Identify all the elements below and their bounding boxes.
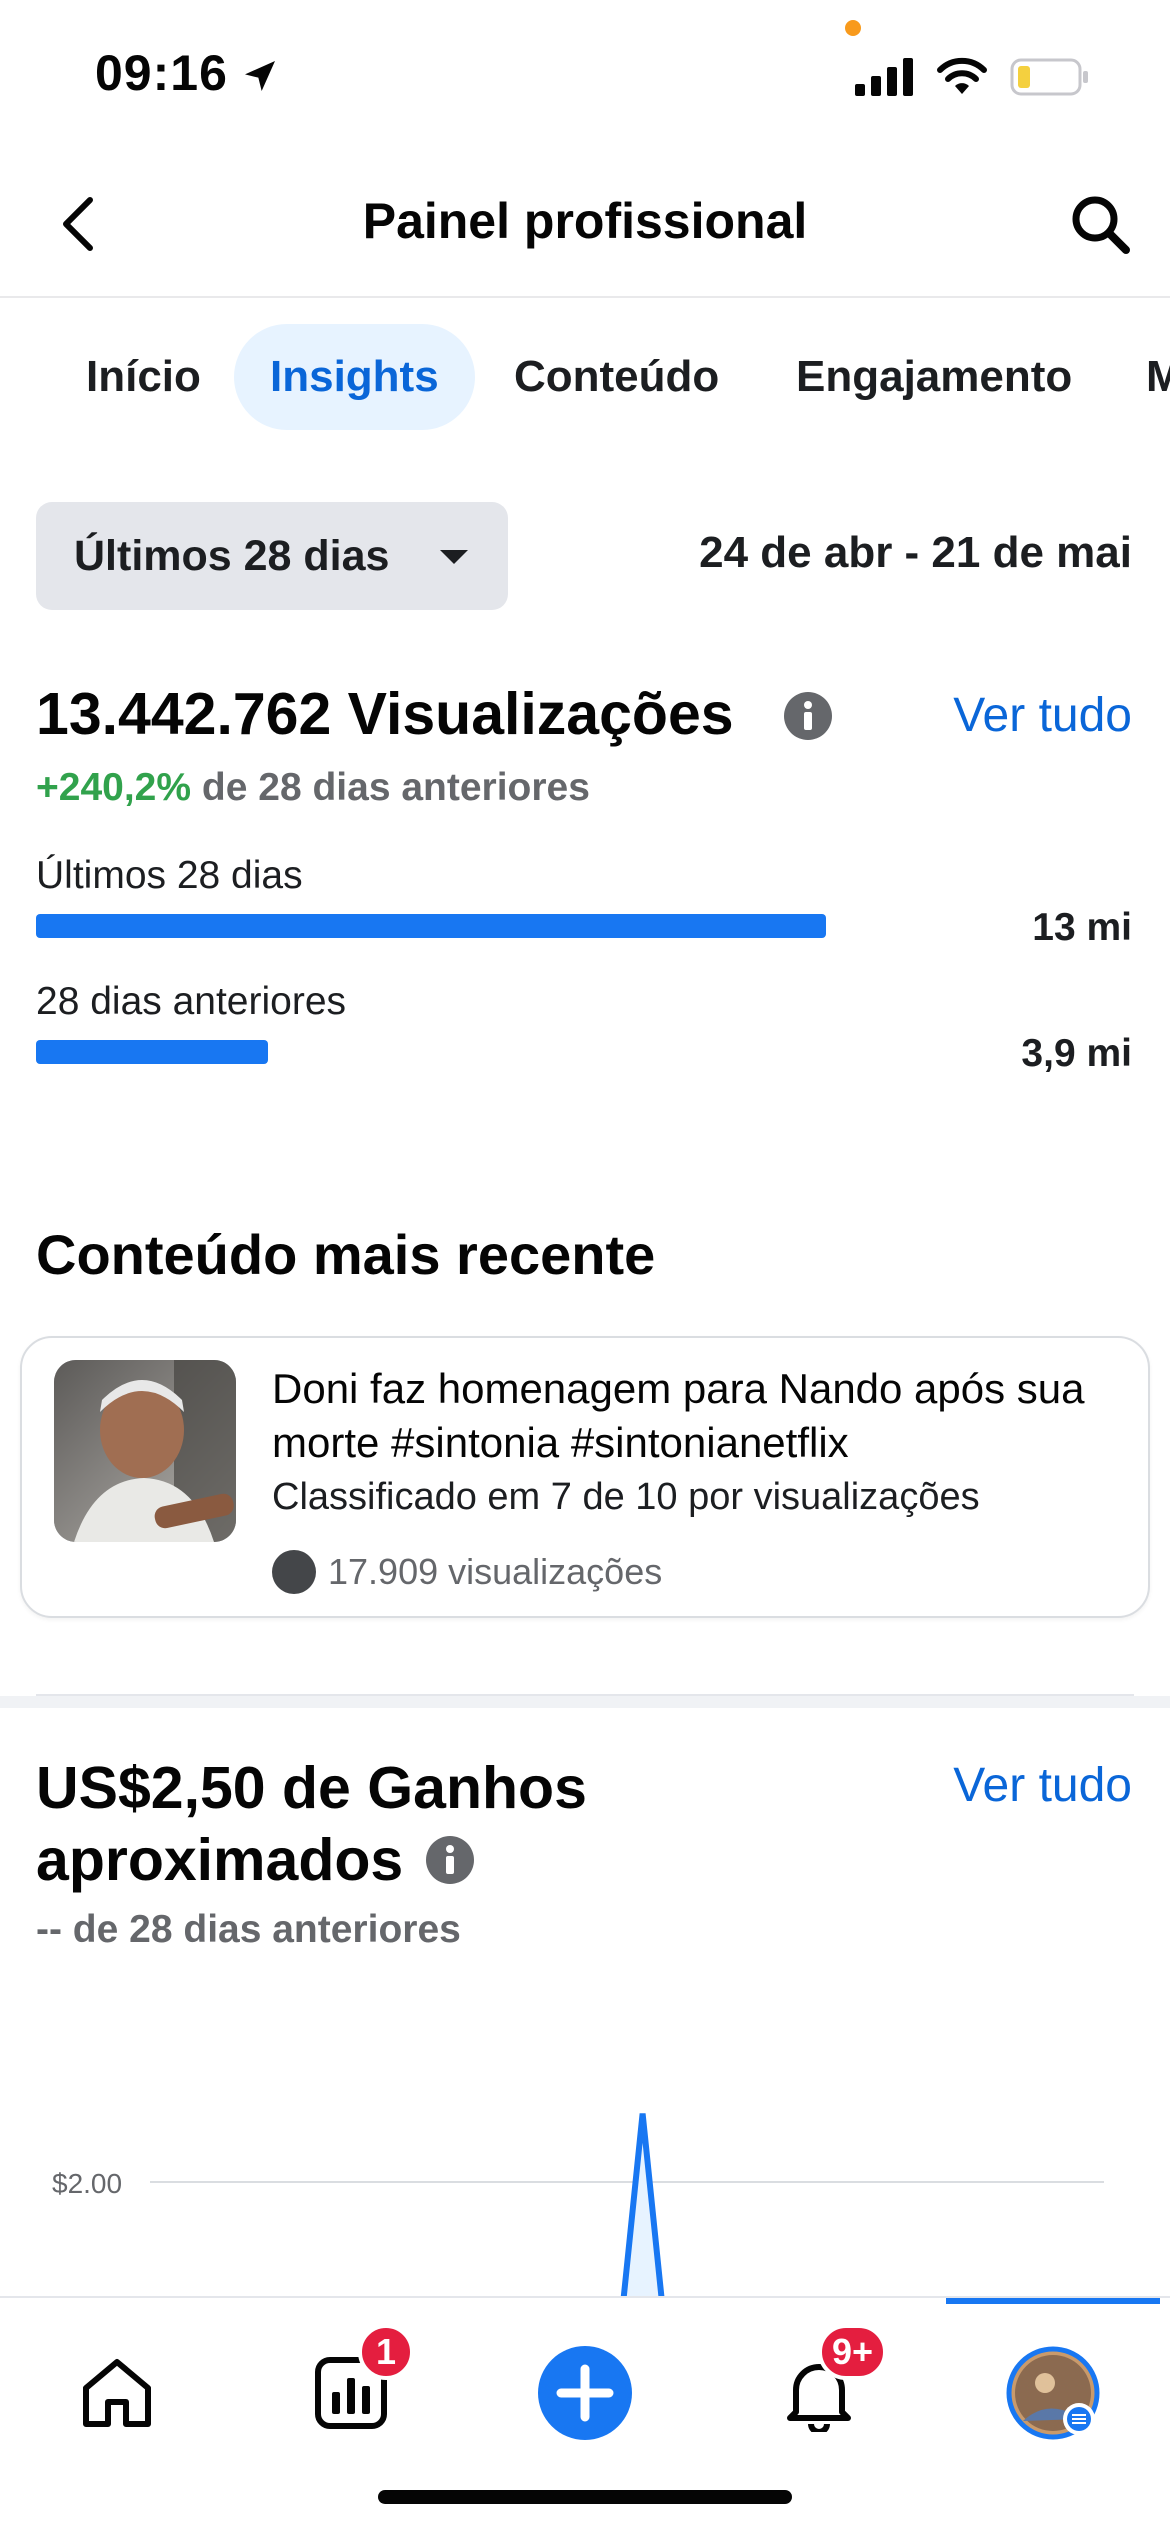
section-separator	[0, 1696, 1170, 1708]
earnings-line	[620, 2113, 665, 2296]
nav-create[interactable]	[530, 2338, 640, 2448]
tab-engajamento[interactable]: Engajamento	[760, 324, 1108, 430]
nav-profile[interactable]	[998, 2338, 1108, 2448]
caret-down-icon	[440, 550, 468, 564]
content-views-count: 17.909 visualizações	[328, 1551, 663, 1592]
recent-content-card[interactable]: Doni faz homenagem para Nando após sua m…	[20, 1336, 1150, 1618]
bar-value-previous: 3,9 mi	[1021, 1032, 1132, 1075]
status-time: 09:16	[95, 45, 228, 101]
views-total-title: 13.442.762 Visualizações	[36, 681, 734, 747]
tab-inicio[interactable]: Início	[50, 324, 237, 430]
bar-value-current: 13 mi	[1032, 906, 1132, 949]
avatar	[1006, 2346, 1100, 2440]
views-change-value: +240,2%	[36, 766, 192, 809]
earnings-see-all-link[interactable]: Ver tudo	[953, 1758, 1132, 1813]
insights-badge: 1	[358, 2324, 414, 2380]
bar-current-period	[36, 914, 826, 938]
cellular-signal-icon	[855, 58, 913, 96]
page-title: Painel profissional	[362, 193, 808, 249]
views-info-icon[interactable]	[782, 690, 834, 742]
bar-previous-period	[36, 1040, 268, 1064]
tab-more[interactable]: M	[1110, 324, 1170, 430]
screen: 09:16 Painel profissional Início Insight…	[0, 0, 1170, 2532]
privacy-indicator-dot	[845, 20, 861, 36]
nav-home[interactable]	[62, 2338, 172, 2448]
period-dropdown[interactable]: Últimos 28 dias	[36, 502, 508, 610]
earnings-chart: $2.00	[52, 2113, 1104, 2296]
home-icon	[83, 2359, 151, 2427]
views-change: +240,2% de 28 dias anteriores	[36, 766, 590, 810]
status-bar: 09:16	[0, 0, 1170, 150]
search-icon	[1072, 196, 1130, 254]
nav-notifications[interactable]: 9+	[764, 2324, 888, 2448]
content-views: 17.909 visualizações	[272, 1550, 662, 1594]
video-thumbnail	[54, 1360, 236, 1542]
search-button[interactable]	[1060, 184, 1140, 264]
home-indicator	[378, 2490, 792, 2504]
tab-bar: Início Insights Conteúdo Engajamento M	[0, 320, 1170, 432]
battery-icon	[1010, 58, 1088, 96]
views-dot-icon	[272, 1550, 316, 1594]
earnings-title: US$2,50 de Ganhos aproximados	[36, 1755, 587, 1893]
date-range: 24 de abr - 21 de mai	[699, 528, 1132, 577]
plus-icon	[538, 2346, 632, 2440]
bar-label-previous: 28 dias anteriores	[36, 980, 347, 1023]
active-tab-indicator	[946, 2298, 1160, 2304]
earnings-change: -- de 28 dias anteriores	[36, 1908, 461, 1951]
tab-conteudo[interactable]: Conteúdo	[478, 324, 755, 430]
tab-insights[interactable]: Insights	[234, 324, 475, 430]
wifi-icon	[937, 57, 987, 94]
location-arrow-icon	[245, 61, 275, 91]
earnings-info-icon[interactable]	[424, 1834, 476, 1886]
bar-label-current: Últimos 28 dias	[36, 854, 303, 897]
content-rank: Classificado em 7 de 10 por visualizaçõe…	[272, 1476, 980, 1518]
views-see-all-link[interactable]: Ver tudo	[953, 688, 1132, 743]
app-header: Painel profissional	[0, 150, 1170, 298]
recent-content-title: Conteúdo mais recente	[36, 1223, 656, 1286]
period-selected-label: Últimos 28 dias	[74, 531, 390, 580]
y-tick-label: $2.00	[52, 2168, 122, 2199]
nav-insights[interactable]: 1	[296, 2324, 414, 2448]
content-title: Doni faz homenagem para Nando após sua m…	[272, 1365, 1085, 1466]
notifications-badge: 9+	[818, 2324, 888, 2380]
views-change-text: de 28 dias anteriores	[201, 766, 590, 809]
